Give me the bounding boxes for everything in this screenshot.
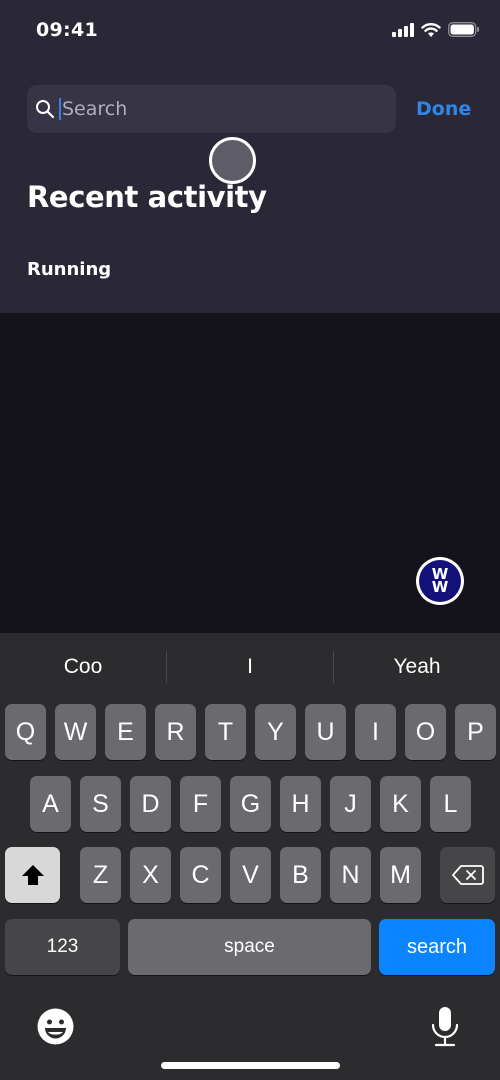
search-icon: [36, 100, 55, 119]
key-a[interactable]: A: [30, 776, 71, 832]
shift-key[interactable]: [5, 847, 60, 903]
key-z[interactable]: Z: [80, 847, 121, 903]
key-d[interactable]: D: [130, 776, 171, 832]
search-input[interactable]: [62, 98, 362, 120]
key-b[interactable]: B: [280, 847, 321, 903]
numbers-key[interactable]: 123: [5, 919, 120, 975]
key-t[interactable]: T: [205, 704, 246, 760]
key-label: O: [415, 717, 436, 746]
logo-letter-bottom: W: [431, 578, 449, 596]
key-label: M: [390, 860, 411, 889]
keyboard: Coo I Yeah QWE R T Y U I O P A S D F G H J K L Z X C V B N M 12…: [0, 633, 500, 1080]
key-j[interactable]: J: [330, 776, 371, 832]
backspace-icon: [451, 865, 484, 885]
status-icons: [392, 22, 480, 37]
key-label: V: [242, 860, 259, 889]
key-h[interactable]: H: [280, 776, 321, 832]
section-title-recent-activity: Recent activity: [27, 180, 267, 214]
emoji-icon[interactable]: [37, 1008, 74, 1045]
space-key-label: space: [224, 936, 275, 957]
key-label: D: [141, 789, 160, 818]
key-label: C: [191, 860, 210, 889]
key-r[interactable]: R: [155, 704, 196, 760]
delete-key[interactable]: [440, 847, 495, 903]
key-label: Y: [267, 717, 284, 746]
key-label: X: [142, 860, 159, 889]
key-label: K: [392, 789, 409, 818]
key-label: E: [117, 717, 134, 746]
key-m[interactable]: M: [380, 847, 421, 903]
key-k[interactable]: K: [380, 776, 421, 832]
key-q[interactable]: Q: [5, 704, 46, 760]
status-bar: 09:41: [0, 0, 500, 60]
key-label: A: [42, 789, 59, 818]
key-label: J: [344, 789, 357, 818]
suggestion-item[interactable]: Coo: [0, 655, 166, 679]
home-indicator[interactable]: [161, 1062, 340, 1069]
key-v[interactable]: V: [230, 847, 271, 903]
key-label: Q: [15, 717, 36, 746]
ww-logo[interactable]: W W: [416, 557, 464, 605]
done-button[interactable]: Done: [416, 98, 471, 120]
battery-icon: [448, 22, 479, 37]
numbers-key-label: 123: [46, 936, 79, 957]
suggestion-item[interactable]: Yeah: [334, 655, 500, 679]
key-label: G: [240, 789, 261, 818]
key-f[interactable]: F: [180, 776, 221, 832]
key-p[interactable]: P: [455, 704, 496, 760]
key-l[interactable]: L: [430, 776, 471, 832]
touch-indicator: [209, 137, 256, 184]
cellular-signal-icon: [392, 22, 414, 37]
key-label: H: [291, 789, 310, 818]
key-c[interactable]: C: [180, 847, 221, 903]
key-i[interactable]: I: [355, 704, 396, 760]
key-w[interactable]: W: [55, 704, 96, 760]
key-label: R: [166, 717, 185, 746]
key-label: Z: [92, 860, 109, 889]
microphone-icon[interactable]: [430, 1006, 460, 1048]
key-e[interactable]: E: [105, 704, 146, 760]
wifi-icon: [421, 23, 441, 37]
key-o[interactable]: O: [405, 704, 446, 760]
key-label: N: [341, 860, 360, 889]
key-label: F: [192, 789, 209, 818]
suggestion-item[interactable]: I: [167, 655, 333, 679]
key-g[interactable]: G: [230, 776, 271, 832]
key-y[interactable]: Y: [255, 704, 296, 760]
key-label: I: [372, 717, 379, 746]
suggestion-bar: Coo I Yeah: [0, 633, 500, 701]
space-key[interactable]: space: [128, 919, 371, 975]
search-key-label: search: [406, 935, 468, 958]
key-label: W: [63, 717, 88, 746]
key-label: L: [443, 789, 458, 818]
ww-logo-mark: W W: [419, 560, 461, 602]
search-field[interactable]: [27, 85, 396, 133]
search-key[interactable]: search: [379, 919, 495, 975]
key-label: T: [217, 717, 234, 746]
key-u[interactable]: U: [305, 704, 346, 760]
key-label: B: [292, 860, 309, 889]
status-time: 09:41: [36, 19, 98, 41]
recent-activity-item[interactable]: Running: [27, 259, 111, 280]
text-cursor: [59, 98, 61, 120]
key-s[interactable]: S: [80, 776, 121, 832]
key-label: U: [316, 717, 335, 746]
shift-icon: [21, 865, 44, 885]
key-label: S: [92, 789, 109, 818]
key-x[interactable]: X: [130, 847, 171, 903]
key-n[interactable]: N: [330, 847, 371, 903]
key-label: P: [467, 717, 484, 746]
